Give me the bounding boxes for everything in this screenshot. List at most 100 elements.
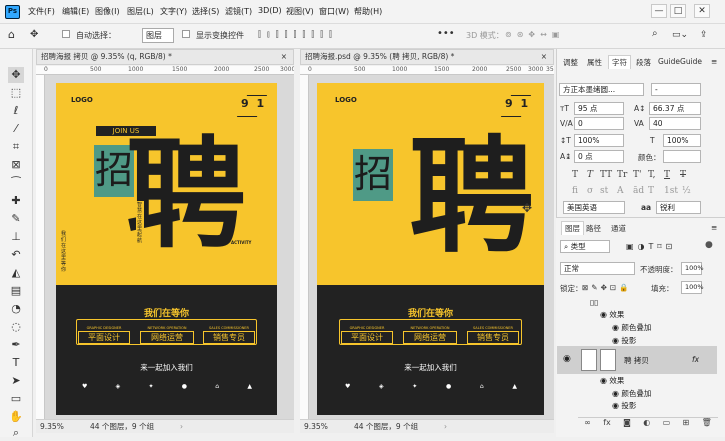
faux-bold-icon[interactable]: T [572, 170, 578, 180]
menu-file[interactable]: 文件(F) [28, 6, 55, 17]
swash-icon[interactable]: A [617, 186, 624, 196]
tab-close-icon[interactable]: × [281, 50, 287, 64]
fill-field[interactable]: 100% [681, 281, 704, 294]
crop-icon[interactable]: ⌗ [8, 139, 24, 155]
opacity-field[interactable]: 100% [681, 262, 704, 275]
eraser-icon[interactable]: ◭ [8, 265, 24, 281]
eye-icon[interactable]: ◉ [612, 336, 619, 345]
tracking-field[interactable]: 40 [649, 117, 701, 130]
lasso-icon[interactable]: ℓ [8, 103, 24, 119]
history-brush-icon[interactable]: ↶ [8, 247, 24, 263]
ligature-icon[interactable]: fi [572, 186, 578, 196]
ordinal-icon[interactable]: 1st [664, 186, 678, 196]
kerning-field[interactable]: 0 [574, 117, 624, 130]
subscript-icon[interactable]: T, [648, 170, 656, 180]
eyedropper-icon[interactable]: ⁀ [8, 175, 24, 191]
layer-effect-color-overlay[interactable]: ◉ 颜色叠加 [612, 321, 725, 335]
eye-icon[interactable]: ◉ [600, 376, 607, 385]
tab-close-icon[interactable]: × [541, 50, 547, 64]
menu-image[interactable]: 图像(I) [95, 6, 120, 17]
checkbox-icon[interactable] [62, 30, 70, 39]
anti-alias-select[interactable]: 锐利 [656, 201, 701, 214]
magic-wand-icon[interactable]: ⁄ [8, 121, 24, 137]
share-icon[interactable]: ⇪ [700, 30, 708, 40]
tab-guideguide[interactable]: GuideGuide [658, 57, 702, 66]
panel-menu-icon[interactable]: ≡ [711, 57, 717, 66]
move-tool-icon[interactable]: ✥ [30, 29, 38, 40]
menu-type[interactable]: 文字(Y) [160, 6, 187, 17]
trash-icon[interactable]: 🗑 [702, 418, 712, 431]
blend-mode-select[interactable]: 正常 [560, 262, 635, 275]
menu-layer[interactable]: 图层(L) [127, 6, 154, 17]
superscript-icon[interactable]: T' [633, 170, 641, 180]
eye-icon[interactable]: ◉ [612, 401, 619, 410]
lock-icons[interactable]: ⊠✎✥⊡🔒 [582, 283, 631, 292]
zoom-level[interactable]: 9.35% [40, 420, 64, 433]
search-icon[interactable]: ⌕ [652, 28, 658, 39]
hand-icon[interactable]: ✋ [8, 409, 24, 425]
auto-select-target[interactable]: 图层 [142, 28, 174, 43]
zoom-level[interactable]: 9.35% [304, 420, 328, 433]
stamp-icon[interactable]: ⊥ [8, 229, 24, 245]
tab-paths[interactable]: 路径 [586, 223, 601, 234]
brush-icon[interactable]: ✎ [8, 211, 24, 227]
small-caps-icon[interactable]: Tr [617, 170, 627, 180]
adjustment-icon[interactable]: ◐ [643, 418, 650, 431]
layer-effect-drop-shadow[interactable]: ◉ 投影 [612, 399, 712, 413]
contextual-icon[interactable]: ād [633, 186, 644, 196]
show-transform-checkbox[interactable] [182, 30, 190, 39]
discretionary-ligature-icon[interactable]: st [600, 186, 608, 196]
language-select[interactable]: 美国英语 [563, 201, 625, 214]
close-button[interactable]: ✕ [694, 4, 710, 18]
font-size-field[interactable]: 95 点 [574, 102, 624, 115]
tab-character[interactable]: 字符 [608, 55, 631, 69]
group-folder-icon[interactable]: ▭ [663, 418, 671, 431]
chevron-right-icon[interactable]: › [444, 420, 447, 433]
tab-adjustments[interactable]: 调整 [563, 57, 578, 68]
photoshop-logo[interactable]: Ps [5, 5, 20, 19]
align-icons[interactable]: ⫿⫾⫿⫿⫿⫿⫿⫿⫿ [258, 30, 338, 40]
tab-layers[interactable]: 图层 [561, 221, 584, 235]
tab-paragraph[interactable]: 段落 [636, 57, 651, 68]
path-select-icon[interactable]: ➤ [8, 373, 24, 389]
layer-filter-icons[interactable]: ▣◑T⌑⊡ [626, 242, 676, 251]
chevron-right-icon[interactable]: › [180, 420, 183, 433]
workspace-icon[interactable]: ▭⌄ [672, 30, 688, 40]
tab-poster-copy[interactable]: 招聘海报 拷贝 @ 9.35% (q, RGB/8) * × [36, 49, 294, 65]
healing-icon[interactable]: ✚ [8, 193, 24, 209]
all-caps-icon[interactable]: TT [600, 170, 612, 180]
tab-channels[interactable]: 通道 [611, 223, 626, 234]
faux-italic-icon[interactable]: T [587, 170, 593, 180]
titling-icon[interactable]: T [648, 186, 654, 196]
menu-view[interactable]: 视图(V) [286, 6, 314, 17]
minimize-button[interactable]: — [651, 4, 667, 18]
panel-menu-icon[interactable]: ≡ [711, 223, 717, 232]
eye-icon[interactable]: ◉ [600, 310, 607, 319]
move-icon[interactable]: ✥ [8, 67, 24, 83]
poster-left[interactable]: LOGO 9 1 JOIN US 招 聘 智慧在这里起航 我们在这里等你 ACT… [56, 83, 277, 415]
shape-icon[interactable]: ▭ [8, 391, 24, 407]
old-style-icon[interactable]: σ [587, 186, 593, 196]
menu-edit[interactable]: 编辑(E) [62, 6, 89, 17]
link-icon[interactable]: ∞ [584, 418, 591, 431]
blur-icon[interactable]: ◔ [8, 301, 24, 317]
horizontal-scale-field[interactable]: 100% [663, 134, 701, 147]
more-icon[interactable]: ••• [437, 28, 455, 39]
font-family-select[interactable]: 方正本墨绪圆... [559, 83, 644, 96]
baseline-field[interactable]: 0 点 [574, 150, 624, 163]
layer-effects-row[interactable]: ◉ 效果 [600, 374, 725, 388]
menu-help[interactable]: 帮助(H) [354, 6, 382, 17]
menu-3d[interactable]: 3D(D) [258, 6, 282, 15]
filter-toggle-icon[interactable]: ● [705, 240, 713, 250]
layer-kind-filter[interactable]: ⌕ 类型 [560, 240, 610, 253]
eye-icon[interactable]: ◉ [612, 323, 619, 332]
pen-icon[interactable]: ✒ [8, 337, 24, 353]
type-icon[interactable]: T [8, 355, 24, 371]
vertical-scale-field[interactable]: 100% [574, 134, 624, 147]
poster-right[interactable]: LOGO 9 1 招 聘 ✥ 我们在等你 GRAPHIC DESIGNER 平面… [317, 83, 544, 415]
marquee-icon[interactable]: ⬚ [8, 85, 24, 101]
home-icon[interactable]: ⌂ [8, 28, 15, 41]
fraction-icon[interactable]: ½ [682, 186, 691, 196]
new-layer-icon[interactable]: ⊞ [683, 418, 690, 431]
frame-icon[interactable]: ⊠ [8, 157, 24, 173]
